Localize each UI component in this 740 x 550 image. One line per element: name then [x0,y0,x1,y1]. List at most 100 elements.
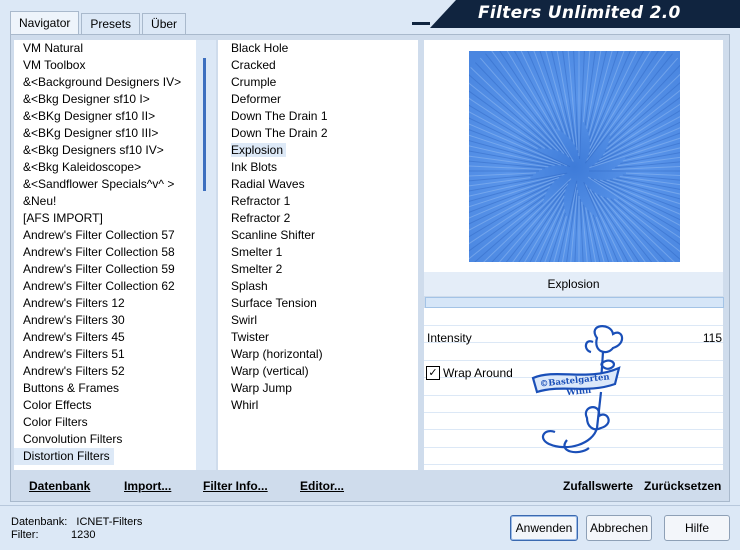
filter-name-label: Explosion [424,272,723,296]
database-label: Datenbank: [11,516,68,528]
filter-item[interactable]: Explosion [218,142,418,159]
category-item[interactable]: VM Toolbox [14,57,196,74]
filter-item-label: Down The Drain 2 [231,126,328,140]
category-item[interactable]: Color Filters [14,414,196,431]
filter-item-label: Warp Jump [231,381,292,395]
filter-item[interactable]: Refractor 1 [218,193,418,210]
cancel-button[interactable]: Abbrechen [586,515,652,541]
database-value: ICNET-Filters [76,516,143,528]
help-button[interactable]: Hilfe [664,515,730,541]
filter-item[interactable]: Warp (horizontal) [218,346,418,363]
datenbank-button[interactable]: Datenbank [29,479,90,493]
filter-item[interactable]: Warp (vertical) [218,363,418,380]
filter-item-label: Twister [231,330,270,344]
filter-item-label: Black Hole [231,41,289,55]
watermark-logo: ©Bastelgarten Winn [527,320,627,463]
category-item[interactable]: &<Bkg Kaleidoscope> [14,159,196,176]
filter-item[interactable]: Radial Waves [218,176,418,193]
category-item[interactable]: &<Background Designers IV> [14,74,196,91]
filter-item-label: Deformer [231,92,282,106]
filter-count-info: Filter: 1230 [11,529,95,541]
category-item[interactable]: Andrew's Filter Collection 59 [14,261,196,278]
wrap-around-label[interactable]: Wrap Around [443,366,513,380]
category-scrollbar-thumb[interactable] [203,58,206,191]
tab-bar: Navigator Presets Über [10,11,188,36]
category-item[interactable]: Buttons & Frames [14,380,196,397]
editor-button[interactable]: Editor... [300,479,344,493]
watermark-text-line2: Winn [565,386,592,399]
category-item[interactable]: &<BKg Designer sf10 III> [14,125,196,142]
category-item[interactable]: &<Bkg Designers sf10 IV> [14,142,196,159]
intensity-label: Intensity [427,331,472,345]
filter-item[interactable]: Twister [218,329,418,346]
filter-item-label: Warp (vertical) [231,364,309,378]
filter-item-label: Whirl [231,398,259,412]
category-item[interactable]: &<Sandflower Specials^v^ > [14,176,196,193]
database-info: Datenbank: ICNET-Filters [11,516,142,528]
category-item[interactable]: [AFS IMPORT] [14,210,196,227]
filter-item[interactable]: Scanline Shifter [218,227,418,244]
filter-item[interactable]: Down The Drain 2 [218,125,418,142]
filter-item[interactable]: Cracked [218,57,418,74]
filter-info-button[interactable]: Filter Info... [203,479,268,493]
filter-item-label: Cracked [231,58,276,72]
category-item[interactable]: Convolution Filters [14,431,196,448]
filter-item[interactable]: Warp Jump [218,380,418,397]
category-item[interactable]: VM Natural [14,40,196,57]
category-item[interactable]: Andrew's Filters 51 [14,346,196,363]
filter-item-label: Down The Drain 1 [231,109,328,123]
category-item[interactable]: Andrew's Filters 12 [14,295,196,312]
filter-item[interactable]: Surface Tension [218,295,418,312]
filter-item-label: Swirl [231,313,257,327]
filter-item[interactable]: Smelter 2 [218,261,418,278]
filter-item-label: Splash [231,279,268,293]
intensity-value[interactable]: 115 [690,331,722,345]
filter-item-label: Crumple [231,75,277,89]
filter-item[interactable]: Ink Blots [218,159,418,176]
category-item[interactable]: Andrew's Filter Collection 57 [14,227,196,244]
filter-item-label: Radial Waves [231,177,305,191]
category-list[interactable]: VM Natural VM Toolbox &<Background Designe… [14,40,196,470]
flower-banner-icon: ©Bastelgarten Winn [531,325,624,454]
filter-item[interactable]: Deformer [218,91,418,108]
filter-item-label: Surface Tension [231,296,317,310]
progress-bar [425,297,724,308]
category-item[interactable]: Andrew's Filters 52 [14,363,196,380]
tab-presets[interactable]: Presets [81,13,141,35]
filter-item-label: Refractor 2 [231,211,291,225]
filter-item[interactable]: Whirl [218,397,418,414]
filter-item[interactable]: Refractor 2 [218,210,418,227]
filter-list[interactable]: Black Hole Cracked Crumple Deformer Down The… [218,40,418,470]
category-item[interactable]: Andrew's Filter Collection 62 [14,278,196,295]
app-title: Filters Unlimited 2.0 [478,3,681,23]
filter-item-label: Refractor 1 [231,194,291,208]
filter-item-label: Smelter 1 [231,245,283,259]
filter-count-label: Filter: [11,529,39,541]
filter-item[interactable]: Black Hole [218,40,418,57]
filter-item[interactable]: Splash [218,278,418,295]
filter-item-label: Ink Blots [231,160,278,174]
filter-item[interactable]: Down The Drain 1 [218,108,418,125]
category-scrollbar[interactable] [196,40,216,470]
explosion-preview-graphic [469,51,680,262]
category-item[interactable]: &<Bkg Designer sf10 I> [14,91,196,108]
apply-button[interactable]: Anwenden [510,515,578,541]
category-item[interactable]: Color Effects [14,397,196,414]
category-item[interactable]: Andrew's Filter Collection 58 [14,244,196,261]
tab-about[interactable]: Über [142,13,187,35]
filter-item-label: Smelter 2 [231,262,283,276]
tab-navigator[interactable]: Navigator [10,11,80,36]
filter-item[interactable]: Smelter 1 [218,244,418,261]
filter-item[interactable]: Swirl [218,312,418,329]
reset-button[interactable]: Zurücksetzen [644,479,721,493]
randomize-button[interactable]: Zufallswerte [563,479,633,493]
category-item[interactable]: Distortion Filters [14,448,114,465]
category-item[interactable]: Andrew's Filters 45 [14,329,196,346]
category-item[interactable]: &<BKg Designer sf10 II> [14,108,196,125]
import-button[interactable]: Import... [124,479,171,493]
title-banner-corner [430,0,456,28]
category-item[interactable]: Andrew's Filters 30 [14,312,196,329]
filter-item[interactable]: Crumple [218,74,418,91]
category-item[interactable]: &Neu! [14,193,196,210]
wrap-around-checkbox[interactable]: ✓ [426,366,440,380]
